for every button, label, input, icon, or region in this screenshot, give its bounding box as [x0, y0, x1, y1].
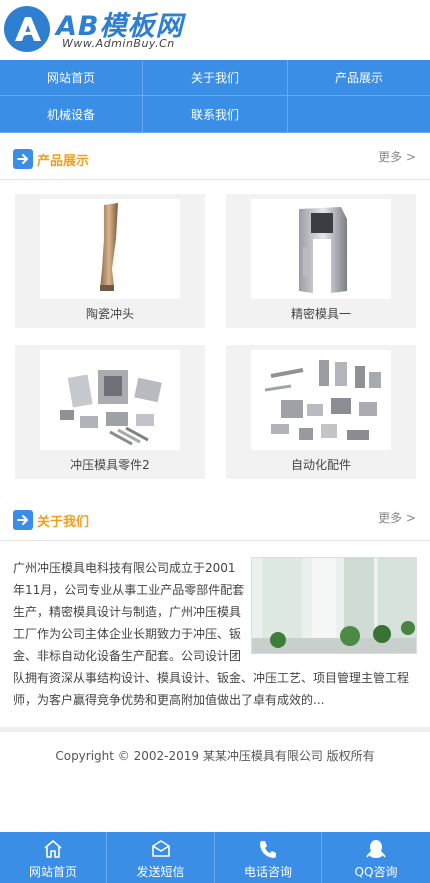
envelope-icon	[151, 840, 170, 857]
home-icon	[44, 840, 62, 858]
bottom-home-label: 网站首页	[28, 865, 77, 879]
phone-icon	[260, 841, 276, 858]
nav-item-about[interactable]: 关于我们	[143, 60, 288, 96]
bottom-phone-button[interactable]: 电话咨询	[215, 832, 322, 883]
about-content: 广州冲压模具电科技有限公司成立于2001年11月，公司专业从事工业产品零部件配套…	[13, 557, 417, 711]
product-image	[40, 199, 180, 299]
nav-item-contact[interactable]: 联系我们	[143, 96, 288, 133]
products-section-title: 产品展示	[37, 154, 90, 169]
product-image	[251, 350, 391, 450]
bottom-phone-label: 电话咨询	[243, 865, 292, 879]
nav-item-products[interactable]: 产品展示	[288, 60, 430, 96]
nav-item-empty	[288, 96, 430, 133]
arrow-right-icon	[13, 149, 33, 169]
about-section-header: 关于我们 更多 >	[0, 497, 430, 541]
product-card[interactable]: 精密模具一	[226, 194, 416, 328]
product-card[interactable]: 自动化配件	[226, 345, 416, 479]
arrow-right-icon	[13, 510, 33, 530]
product-card[interactable]: 冲压模具零件2	[15, 345, 205, 479]
bottom-qq-label: QQ咨询	[354, 865, 398, 879]
product-card[interactable]: 陶瓷冲头	[15, 194, 205, 328]
products-more-link[interactable]: 更多 >	[378, 148, 416, 165]
bottom-sms-button[interactable]: 发送短信	[107, 832, 215, 883]
logo-subtitle: Www.AdminBuy.Cn	[62, 37, 175, 50]
bottom-sms-label: 发送短信	[136, 865, 185, 879]
qq-icon	[366, 840, 386, 858]
bottom-qq-button[interactable]: QQ咨询	[322, 832, 430, 883]
product-name: 精密模具一	[290, 307, 351, 321]
nav-item-machinery[interactable]: 机械设备	[0, 96, 143, 133]
bottom-home-button[interactable]: 网站首页	[0, 832, 107, 883]
section-divider	[0, 727, 430, 732]
product-name: 陶瓷冲头	[85, 307, 134, 321]
product-name: 冲压模具零件2	[70, 458, 150, 472]
copyright-text: Copyright © 2002-2019 某某冲压模具有限公司 版权所有	[55, 749, 375, 763]
about-section-title: 关于我们	[37, 515, 90, 530]
about-more-link[interactable]: 更多 >	[378, 509, 416, 526]
product-image	[251, 199, 391, 299]
about-image	[251, 557, 417, 654]
product-name: 自动化配件	[290, 458, 351, 472]
logo-icon[interactable]	[4, 6, 50, 52]
nav-item-home[interactable]: 网站首页	[0, 60, 143, 96]
product-image	[40, 350, 180, 450]
site-header: AB模板网 Www.AdminBuy.Cn	[0, 0, 430, 60]
main-nav: 网站首页 关于我们 产品展示 机械设备 联系我们	[0, 60, 430, 133]
products-section-header: 产品展示 更多 >	[0, 136, 430, 180]
bottom-toolbar: 网站首页 发送短信 电话咨询 QQ咨询	[0, 832, 430, 883]
